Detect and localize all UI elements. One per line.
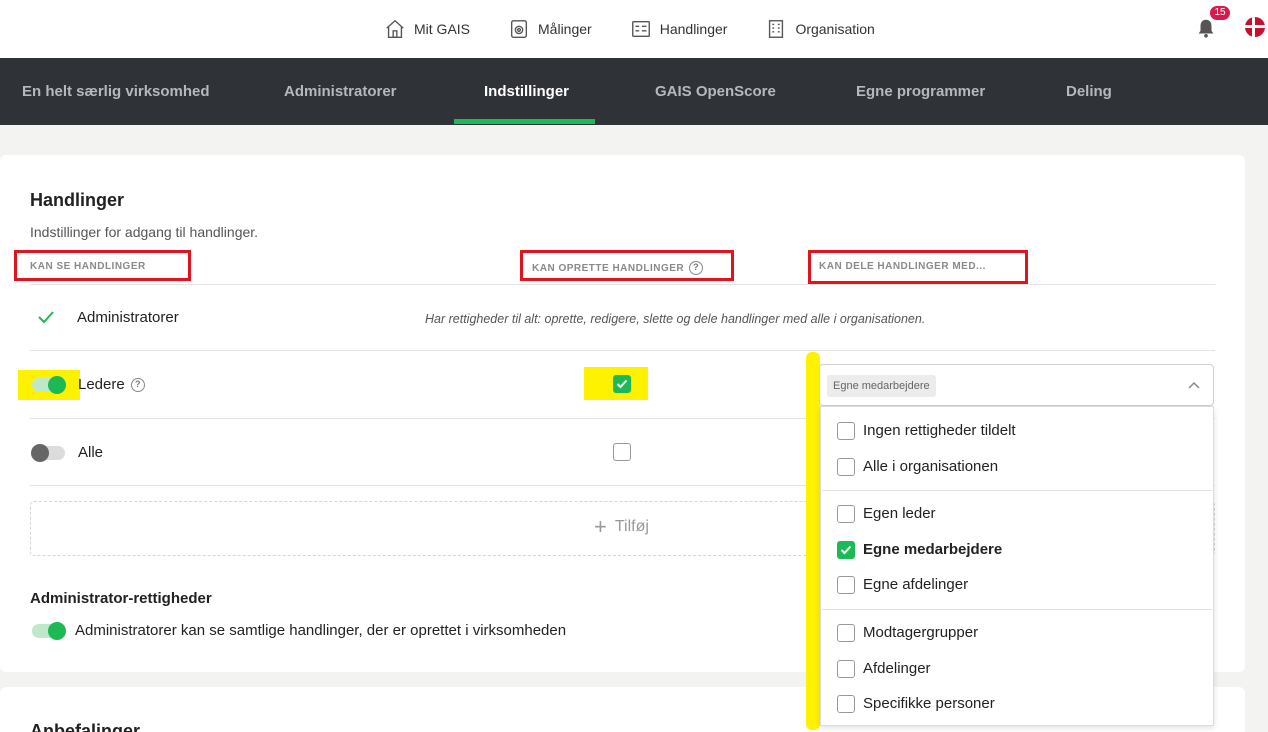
chevron-up-icon (1188, 381, 1200, 389)
option-checkbox[interactable] (837, 505, 855, 523)
survey-icon (510, 20, 528, 38)
option-own-employees[interactable]: Egne medarbejdere (821, 533, 1213, 567)
option-label: Egne afdelinger (863, 576, 969, 593)
option-own-leader[interactable]: Egen leder (821, 497, 1213, 531)
nav-maalinger[interactable]: Målinger (508, 18, 592, 40)
all-see-toggle[interactable] (31, 444, 65, 462)
option-no-rights[interactable]: Ingen rettigheder tildelt (821, 414, 1213, 448)
tab-openscore[interactable]: GAIS OpenScore (655, 58, 776, 125)
option-checkbox[interactable] (837, 576, 855, 594)
nav-mit-gais[interactable]: Mit GAIS (384, 18, 470, 40)
nav-handlinger[interactable]: Handlinger (630, 18, 728, 40)
option-checkbox[interactable] (837, 458, 855, 476)
share-with-menu: Ingen rettigheder tildelt Alle i organis… (820, 406, 1214, 726)
admin-rights-toggle-label: Administratorer kan se samtlige handling… (75, 622, 567, 639)
option-checkbox[interactable] (837, 660, 855, 678)
admin-rights-title: Administrator-rettigheder (30, 590, 212, 607)
row-label-leaders: Ledere ? (78, 376, 145, 393)
menu-divider (822, 609, 1212, 610)
divider (30, 284, 1215, 285)
share-with-select[interactable]: Egne medarbejdere (819, 364, 1214, 406)
company-subnav: En helt særlig virksomhed Administratore… (0, 58, 1268, 125)
option-label: Alle i organisationen (863, 458, 999, 475)
home-icon (386, 19, 404, 38)
divider (30, 350, 1215, 351)
bell-icon[interactable] (1195, 17, 1217, 39)
tab-own-programs[interactable]: Egne programmer (856, 58, 985, 125)
tab-sharing[interactable]: Deling (1066, 58, 1112, 125)
option-everyone[interactable]: Alle i organisationen (821, 450, 1213, 484)
option-label: Egne medarbejdere (863, 541, 1003, 558)
option-checkbox[interactable] (837, 422, 855, 440)
admin-rights-toggle[interactable] (32, 622, 66, 640)
recommendations-title: Anbefalinger (30, 721, 141, 732)
help-icon[interactable]: ? (130, 377, 145, 392)
annotation-box-see (14, 250, 191, 281)
row-label-all: Alle (78, 444, 104, 461)
option-specific-people[interactable]: Specifikke personer (821, 687, 1213, 721)
option-own-departments[interactable]: Egne afdelinger (821, 568, 1213, 602)
option-checkbox[interactable] (837, 695, 855, 713)
leaders-see-toggle[interactable] (32, 376, 66, 394)
actions-icon (631, 20, 650, 38)
active-tab-indicator (454, 119, 595, 124)
option-label: Specifikke personer (863, 695, 995, 712)
selected-chip: Egne medarbejdere (827, 375, 936, 397)
building-icon (769, 20, 784, 38)
checkmark-icon (616, 379, 628, 389)
nav-organisation[interactable]: Organisation (765, 18, 875, 40)
nav-handlinger-label: Handlinger (659, 21, 728, 37)
check-icon (38, 311, 54, 324)
all-create-checkbox[interactable] (613, 443, 631, 461)
annotation-box-create (520, 250, 734, 281)
danish-flag-icon[interactable] (1245, 17, 1265, 37)
leaders-label: Ledere (78, 376, 125, 393)
option-departments[interactable]: Afdelinger (821, 652, 1213, 686)
option-label: Egen leder (863, 505, 936, 522)
leaders-create-checkbox[interactable] (613, 375, 631, 393)
annotation-box-share (808, 250, 1028, 284)
plus-icon: + (594, 514, 607, 539)
menu-divider (822, 490, 1212, 491)
tab-administrators[interactable]: Administratorer (284, 58, 397, 125)
tab-company[interactable]: En helt særlig virksomhed (22, 58, 210, 125)
section-subtitle: Indstillinger for adgang til handlinger. (30, 224, 259, 240)
row-label-administrators: Administratorer (77, 309, 179, 326)
toggle-knob (48, 376, 66, 394)
administrators-note: Har rettigheder til alt: oprette, redige… (425, 312, 926, 326)
nav-mit-gais-label: Mit GAIS (414, 21, 471, 37)
option-recipient-groups[interactable]: Modtagergrupper (821, 616, 1213, 650)
section-title: Handlinger (30, 190, 125, 210)
option-label: Ingen rettigheder tildelt (863, 422, 1016, 439)
main-navigation: Mit GAIS Målinger Handlinger Organisatio… (384, 0, 875, 58)
option-label: Modtagergrupper (863, 624, 979, 641)
add-button-label: + Tilføj (594, 514, 649, 539)
toggle-knob (31, 444, 49, 462)
checkmark-icon (840, 545, 852, 555)
nav-organisation-label: Organisation (795, 21, 875, 37)
option-checkbox[interactable] (837, 541, 855, 559)
nav-maalinger-label: Målinger (538, 21, 592, 37)
highlight-marker (806, 352, 820, 730)
tab-settings[interactable]: Indstillinger (484, 58, 569, 125)
toggle-knob (48, 622, 66, 640)
add-label-text: Tilføj (614, 518, 649, 535)
option-checkbox[interactable] (837, 624, 855, 642)
notification-badge: 15 (1210, 6, 1230, 20)
option-label: Afdelinger (863, 660, 931, 677)
